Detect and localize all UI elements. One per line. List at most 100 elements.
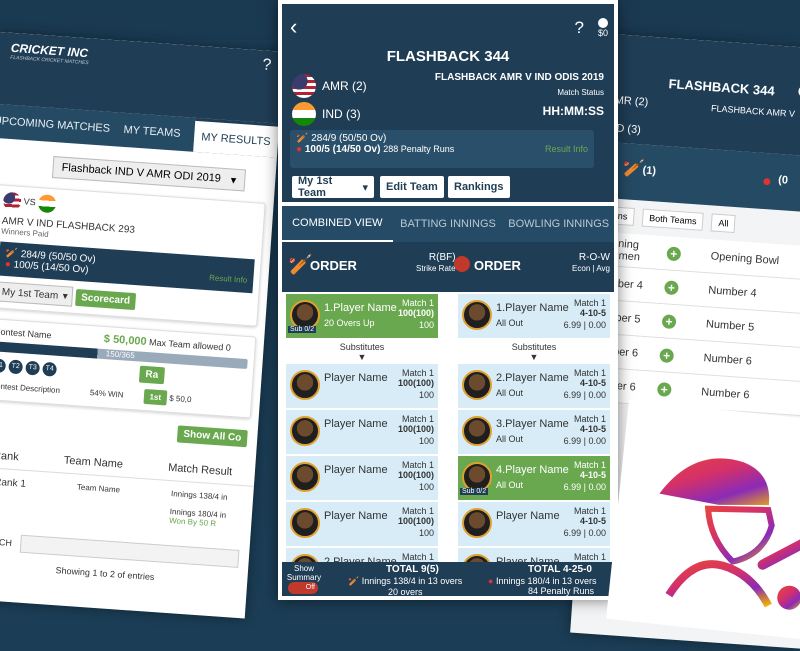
match-label: Match 1 bbox=[401, 552, 434, 562]
team-select[interactable]: My 1st Team ▾ bbox=[292, 175, 374, 199]
match-label: Match 1 bbox=[573, 552, 606, 562]
vs-label: VS bbox=[23, 196, 37, 208]
batting-order-label: ORDER bbox=[310, 258, 357, 273]
player-row[interactable]: 3.Player Name All Out Match 1 4-10-5 6.99 | … bbox=[458, 410, 610, 454]
runs-value: 100(100) bbox=[397, 424, 434, 434]
runs-value: 100(100) bbox=[397, 470, 434, 480]
total-batting: TOTAL 9(5) bbox=[386, 564, 439, 575]
player-avatar bbox=[462, 370, 492, 400]
back-icon[interactable]: ‹ bbox=[290, 14, 297, 40]
player-status: All Out bbox=[496, 318, 524, 328]
player-row[interactable]: Player Name Match 1 100(100) 100 bbox=[286, 456, 438, 500]
user-icon bbox=[597, 18, 608, 28]
row-label-right: Number 4 bbox=[707, 283, 757, 300]
add-icon[interactable]: + bbox=[659, 347, 675, 363]
player-row[interactable]: Player Name Match 1 100(100) 100 bbox=[286, 410, 438, 454]
t3-badge: T3 bbox=[25, 360, 41, 376]
tab-batting-innings[interactable]: BATTING INNINGS bbox=[393, 206, 504, 242]
match-label: Match 1 bbox=[573, 414, 606, 424]
tab-my-results[interactable]: MY RESULTS bbox=[192, 117, 280, 158]
show-all-button[interactable]: Show All Co bbox=[176, 425, 248, 448]
player-row[interactable]: 2.Player Name All Out Match 1 4-10-5 6.99 | … bbox=[458, 364, 610, 408]
substitutes-text: Substitutes bbox=[511, 342, 557, 352]
result-info-link[interactable]: Result Info bbox=[545, 144, 588, 154]
ball-icon bbox=[454, 256, 470, 272]
runs-value: 100(100) bbox=[397, 378, 434, 388]
order-bar: 🏏 ORDER R(BF) Strike Rate ORDER R-O-W Econ… bbox=[282, 242, 614, 292]
contest-name: Contest Name bbox=[0, 326, 52, 341]
add-icon[interactable]: + bbox=[656, 381, 672, 397]
player-row[interactable]: Player Name Match 1 100(100) 100 bbox=[286, 502, 438, 546]
filter-teams[interactable]: Both Teams bbox=[641, 208, 705, 231]
add-icon[interactable]: + bbox=[664, 279, 679, 295]
player-name: 4.Player Name bbox=[496, 464, 569, 476]
team2-name: IND (3) bbox=[322, 107, 361, 121]
score-line-1: 🏏 284/9 (50/50 Ov) bbox=[296, 133, 588, 144]
row-label-right: Opening Bowl bbox=[710, 249, 780, 267]
rate-value: 100 bbox=[418, 482, 434, 492]
score-1: 284/9 (50/50 Ov) bbox=[311, 133, 387, 144]
rate-value: 6.99 | 0.00 bbox=[563, 436, 606, 446]
result-info-link[interactable]: Result Info bbox=[209, 273, 248, 285]
rankings-button[interactable]: Rankings bbox=[448, 176, 510, 198]
rank-button[interactable]: Ra bbox=[138, 365, 165, 385]
position-badge: 1st bbox=[143, 388, 168, 406]
rate-value: 6.99 | 0.00 bbox=[563, 320, 606, 330]
match-select-value: Flashback IND V AMR ODI 2019 bbox=[61, 161, 222, 185]
innings-2: ● Innings 180/4 in 13 overs 84 Penalty Ru… bbox=[488, 576, 597, 596]
add-icon[interactable]: + bbox=[666, 245, 682, 261]
player-row[interactable]: 4.Player Name All Out Sub 0/2 Match 1 4-10-5… bbox=[458, 456, 610, 500]
chevron-down-icon: ▼ bbox=[529, 352, 539, 362]
right-score-2: (0 bbox=[777, 173, 789, 187]
player-row[interactable]: Player Name Match 14-10-5 6.99 | 0.00 bbox=[458, 502, 610, 546]
innings-2-penalty: 84 Penalty Runs bbox=[528, 586, 595, 596]
player-avatar bbox=[290, 416, 320, 446]
innings-1: 🏏 Innings 138/4 in 13 overs 20 overs bbox=[348, 576, 462, 596]
add-icon[interactable]: + bbox=[661, 313, 677, 329]
chevron-down-icon: ▾ bbox=[362, 181, 368, 194]
show-summary-toggle[interactable]: Off bbox=[288, 582, 318, 594]
filter-all[interactable]: All bbox=[710, 213, 737, 234]
search-input[interactable] bbox=[19, 534, 240, 568]
help-icon[interactable]: ? bbox=[262, 56, 272, 75]
tab-my-teams[interactable]: MY TEAMS bbox=[109, 112, 195, 152]
row-label-right: Number 6 bbox=[703, 351, 753, 368]
help-icon[interactable]: ? bbox=[575, 18, 584, 38]
player-avatar bbox=[462, 416, 492, 446]
player-name: 2.Player Name bbox=[496, 372, 569, 384]
t1-badge: T1 bbox=[0, 358, 7, 374]
rate-value: 100 bbox=[418, 436, 434, 446]
edit-team-button[interactable]: Edit Team bbox=[380, 176, 444, 198]
player-row[interactable]: 1.Player Name All Out Match 1 4-10-5 6.99 | … bbox=[458, 294, 610, 338]
substitutes-label: Substitutes ▼ bbox=[286, 340, 438, 364]
player-status: All Out bbox=[496, 434, 524, 444]
rbf-label: R(BF) bbox=[428, 252, 456, 263]
right-score: (1) bbox=[642, 164, 657, 178]
wallet-icon[interactable]: $0 bbox=[597, 18, 608, 38]
player-avatar bbox=[462, 508, 492, 538]
player-status: 20 Overs Up bbox=[324, 318, 375, 328]
player-row[interactable]: Player Name Match 1 100(100) 100 bbox=[286, 364, 438, 408]
team1-row: AMR (2) bbox=[292, 74, 367, 98]
runs-value: 4-10-5 bbox=[579, 516, 606, 526]
strike-rate-label: Strike Rate bbox=[416, 264, 456, 273]
balance: $0 bbox=[597, 28, 608, 38]
player-row[interactable]: 1.Player Name 20 Overs Up Sub 0/2 Match 1 10… bbox=[286, 294, 438, 338]
tab-combined-view[interactable]: COMBINED VIEW bbox=[282, 206, 393, 242]
row-label: R-O-W bbox=[578, 252, 610, 263]
tab-bowling-innings[interactable]: BOWLING INNINGS bbox=[503, 206, 614, 242]
runs-value: 4-10-5 bbox=[579, 470, 606, 480]
result-cell: Innings 138/4 in Innings 180/4 in Won By 5… bbox=[169, 489, 228, 529]
sub-badge: Sub 0/2 bbox=[288, 326, 317, 333]
team1-name: AMR (2) bbox=[322, 79, 367, 93]
scorecard-button[interactable]: Scorecard bbox=[74, 288, 137, 310]
search-label: SEARCH bbox=[0, 535, 13, 549]
match-label: Match 1 bbox=[573, 298, 606, 308]
player-status: All Out bbox=[496, 480, 524, 490]
match-select[interactable]: Flashback IND V AMR ODI 2019 ▾ bbox=[51, 156, 247, 192]
team-select[interactable]: My 1st Team ▾ bbox=[0, 281, 74, 307]
col-rank: Rank bbox=[0, 449, 20, 464]
rank-cell: Rank 1 bbox=[0, 476, 27, 490]
match-label: Match 1 bbox=[573, 368, 606, 378]
row-header: R-O-W Econ | Avg bbox=[572, 252, 610, 274]
